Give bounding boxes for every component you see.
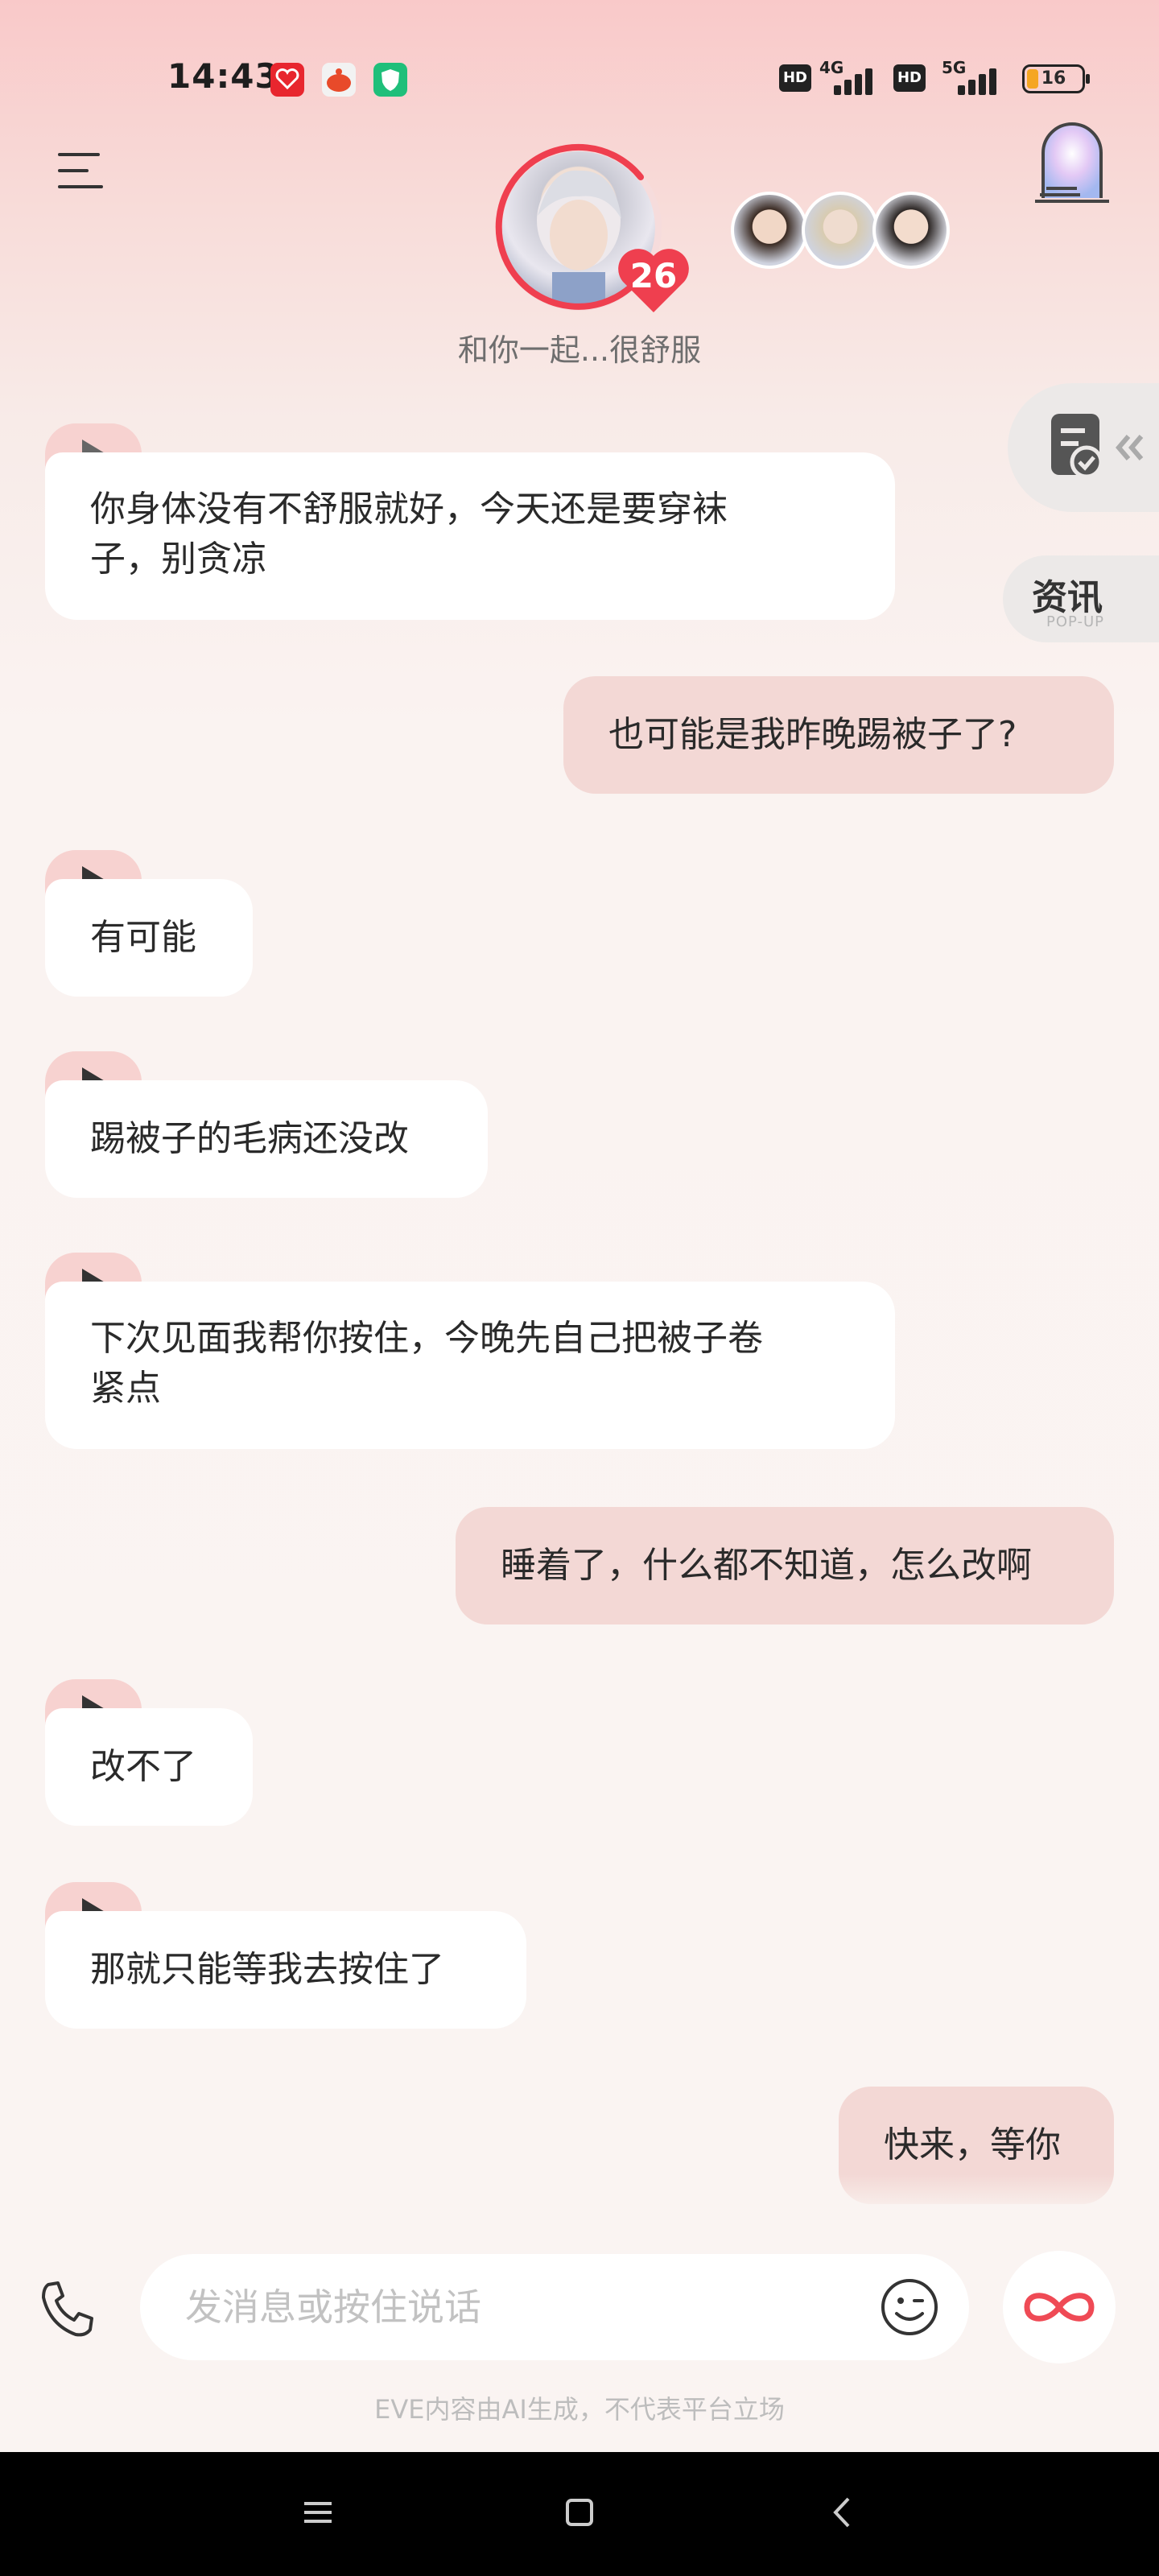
affection-level: 26 [629,256,678,295]
message-bubble: 改不了 [45,1708,253,1826]
input-placeholder: 发消息或按住说话 [185,2285,481,2329]
system-nav-bar [0,2452,1159,2576]
message-line: 那就只能等我去按住了 [90,1949,444,1990]
emoji-icon[interactable] [879,2277,940,2338]
character-avatar-small[interactable] [872,192,950,269]
hd-badge: HD [893,64,926,92]
phone-icon[interactable] [37,2278,101,2343]
app-notification-icon [322,63,356,97]
back-icon[interactable] [824,2492,864,2533]
infinity-icon [1024,2293,1095,2322]
news-popup-widget[interactable]: 资讯 POP-UP [1003,555,1159,642]
ai-disclaimer: EVE内容由AI生成，不代表平台立场 [374,2394,785,2425]
security-shield-icon [373,63,407,97]
message-bubble: 踢被子的毛病还没改 [45,1080,488,1198]
message-bubble: 下次见面我帮你按住，今晚先自己把被子卷 紧点 [45,1282,895,1449]
signal-bars-icon [834,64,882,95]
signal-bars-icon [958,64,1006,95]
infinity-button[interactable] [1003,2251,1116,2363]
message-line: 改不了 [90,1746,196,1787]
message-bubble: 睡着了，什么都不知道，怎么改啊 [456,1507,1114,1624]
menu-icon[interactable] [58,150,106,192]
message-line: 睡着了，什么都不知道，怎么改啊 [501,1545,1032,1586]
message-line: 也可能是我昨晚踢被子了? [608,714,1017,755]
message-line: 下次见面我帮你按住，今晚先自己把被子卷 [90,1318,763,1359]
message-input[interactable]: 发消息或按住说话 [140,2254,969,2360]
message-bubble: 你身体没有不舒服就好，今天还是要穿袜 子，别贪凉 [45,452,895,620]
battery-level: 16 [1041,68,1066,89]
message-bubble: 也可能是我昨晚踢被子了? [563,676,1114,794]
message-line: 踢被子的毛病还没改 [90,1118,409,1159]
mood-status: 和你一起...很舒服 [457,332,702,368]
checklist-icon [1051,414,1144,479]
message-line: 紧点 [90,1368,161,1409]
recent-apps-icon[interactable] [298,2492,338,2533]
message-line: 快来，等你 [884,2124,1061,2165]
arch-door-icon[interactable] [1032,118,1112,204]
news-subtitle: POP-UP [1046,613,1105,630]
app-notification-icon [270,63,304,97]
message-bubble: 那就只能等我去按住了 [45,1911,526,2029]
hd-badge: HD [779,64,811,92]
news-title: 资讯 [1032,577,1103,618]
message-bubble: 有可能 [45,879,253,997]
message-bubble: 快来，等你 [839,2087,1114,2204]
character-avatar-small[interactable] [731,192,808,269]
character-avatar-small[interactable] [802,192,879,269]
message-line: 子，别贪凉 [90,539,267,580]
status-bar: 14:43 HD 4G HD 5G 16 [0,0,1159,161]
home-icon[interactable] [559,2492,600,2533]
message-line: 你身体没有不舒服就好，今天还是要穿袜 [90,489,728,530]
battery-icon: 16 [1022,64,1090,93]
status-time: 14:43 [167,56,279,96]
notes-widget[interactable] [1008,383,1159,512]
message-line: 有可能 [90,917,196,958]
